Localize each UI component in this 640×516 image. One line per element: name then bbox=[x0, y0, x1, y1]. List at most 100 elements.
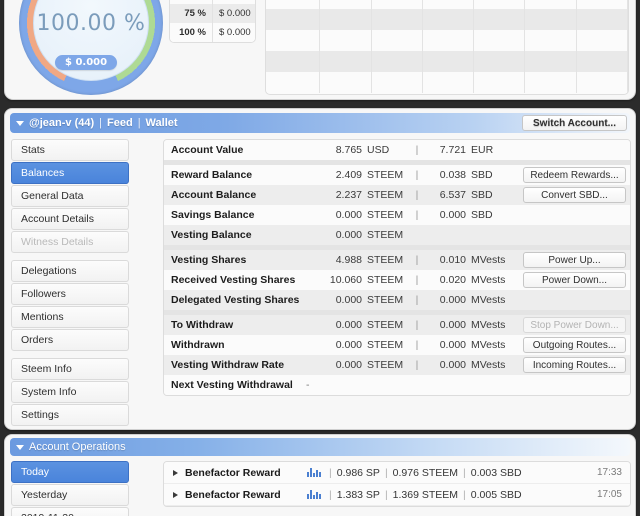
balance-value-primary: 2.409 bbox=[335, 169, 362, 181]
sidebar-item-label: Steem Info bbox=[21, 363, 72, 375]
sidebar-item-steem-info[interactable]: Steem Info bbox=[11, 358, 129, 380]
table-cell bbox=[423, 51, 475, 72]
table-cell bbox=[474, 0, 526, 9]
chevron-down-icon[interactable] bbox=[16, 444, 24, 450]
balance-unit-primary: STEEM bbox=[367, 209, 404, 221]
table-cell bbox=[266, 51, 321, 72]
operation-timestamp: 17:33 bbox=[596, 467, 622, 478]
table-row[interactable] bbox=[266, 30, 628, 51]
power-down-button[interactable]: Power Down... bbox=[523, 272, 626, 288]
operation-row[interactable]: Benefactor Reward | 0.986 SP | 0.976 STEEM | 0… bbox=[164, 462, 630, 484]
account-sidebar: Stats Balances General Data Account Details… bbox=[11, 139, 129, 427]
sidebar-item-account-details[interactable]: Account Details bbox=[11, 208, 129, 230]
table-row[interactable]: 100 % $ 0.000 bbox=[170, 22, 255, 42]
table-cell bbox=[577, 51, 628, 72]
table-cell bbox=[474, 9, 526, 30]
sidebar-item-mentions[interactable]: Mentions bbox=[11, 306, 129, 328]
empty-data-table[interactable] bbox=[265, 0, 629, 95]
sidebar-item-settings[interactable]: Settings bbox=[11, 404, 129, 426]
bar-chart-icon[interactable] bbox=[307, 490, 321, 499]
value-separator: | bbox=[415, 359, 419, 371]
table-row[interactable]: Received Vesting Shares 10.060 STEEM | 0.020… bbox=[164, 270, 630, 290]
table-cell bbox=[372, 30, 423, 51]
balance-value-primary: 0.000 bbox=[335, 294, 362, 306]
pct-label: 75 % bbox=[184, 7, 206, 19]
table-row[interactable]: Account Value 8.765 USD | 7.721 EUR bbox=[164, 140, 630, 160]
balance-unit-primary: STEEM bbox=[367, 254, 404, 266]
table-row[interactable]: Reward Balance 2.409 STEEM | 0.038 SBD Redeem … bbox=[164, 165, 630, 185]
table-cell bbox=[320, 72, 372, 93]
feed-link[interactable]: Feed bbox=[107, 117, 133, 129]
redeem-rewards-button[interactable]: Redeem Rewards... bbox=[523, 167, 626, 183]
account-header-bar[interactable]: @jean-v (44) | Feed | Wallet Switch Acco… bbox=[10, 113, 630, 133]
balance-unit-primary: STEEM bbox=[367, 274, 404, 286]
balance-value-secondary: 0.000 bbox=[439, 319, 466, 331]
switch-account-button[interactable]: Switch Account... bbox=[522, 115, 627, 131]
sidebar-item-delegations[interactable]: Delegations bbox=[11, 260, 129, 282]
table-row[interactable]: Vesting Shares 4.988 STEEM | 0.010 MVests Powe… bbox=[164, 250, 630, 270]
table-row[interactable] bbox=[266, 0, 628, 9]
balance-value-primary: 0.000 bbox=[335, 319, 362, 331]
value-separator: | bbox=[415, 169, 419, 181]
table-cell bbox=[423, 9, 475, 30]
convert-sbd-button[interactable]: Convert SBD... bbox=[523, 187, 626, 203]
table-cell bbox=[372, 9, 423, 30]
balance-unit-primary: STEEM bbox=[367, 294, 404, 306]
value-separator: | bbox=[415, 294, 419, 306]
table-row[interactable]: To Withdraw 0.000 STEEM | 0.000 MVests Stop Po… bbox=[164, 315, 630, 335]
sidebar-item-system-info[interactable]: System Info bbox=[11, 381, 129, 403]
table-row[interactable] bbox=[266, 72, 628, 93]
operations-date-item-today[interactable]: Today bbox=[11, 461, 129, 483]
operations-date-item-yesterday[interactable]: Yesterday bbox=[11, 484, 129, 506]
chevron-down-icon[interactable] bbox=[16, 120, 24, 126]
operations-title: Account Operations bbox=[29, 441, 126, 453]
balance-unit-primary: STEEM bbox=[367, 359, 404, 371]
chevron-right-icon[interactable] bbox=[173, 491, 178, 498]
power-up-button[interactable]: Power Up... bbox=[523, 252, 626, 268]
sidebar-item-label: Orders bbox=[21, 334, 54, 346]
operation-steem-value: 0.976 STEEM bbox=[392, 466, 459, 479]
value-separator: | bbox=[415, 144, 419, 156]
table-row[interactable]: 75 % $ 0.000 bbox=[170, 3, 255, 23]
balance-unit-secondary: SBD bbox=[471, 169, 493, 181]
balance-value-secondary: 7.721 bbox=[439, 144, 466, 156]
sidebar-item-balances[interactable]: Balances bbox=[11, 162, 129, 184]
table-row[interactable]: Savings Balance 0.000 STEEM | 0.000 SBD bbox=[164, 205, 630, 225]
balance-value-secondary: 0.000 bbox=[439, 209, 466, 221]
incoming-routes-button[interactable]: Incoming Routes... bbox=[523, 357, 626, 373]
sidebar-item-stats[interactable]: Stats bbox=[11, 139, 129, 161]
table-row[interactable]: Delegated Vesting Shares 0.000 STEEM | 0.000… bbox=[164, 290, 630, 310]
outgoing-routes-button[interactable]: Outgoing Routes... bbox=[523, 337, 626, 353]
sidebar-item-orders[interactable]: Orders bbox=[11, 329, 129, 351]
balance-value-secondary: 0.000 bbox=[439, 294, 466, 306]
sidebar-item-general-data[interactable]: General Data bbox=[11, 185, 129, 207]
balance-value-primary: 0.000 bbox=[335, 359, 362, 371]
table-cell bbox=[266, 30, 321, 51]
balance-value-secondary: 0.010 bbox=[439, 254, 466, 266]
table-row[interactable]: Account Balance 2.237 STEEM | 6.537 SBD Conver… bbox=[164, 185, 630, 205]
wallet-link[interactable]: Wallet bbox=[146, 117, 178, 129]
operation-row[interactable]: Benefactor Reward | 1.383 SP | 1.369 STEEM | 0… bbox=[164, 484, 630, 506]
table-row[interactable]: Vesting Withdraw Rate 0.000 STEEM | 0.000 MVe… bbox=[164, 355, 630, 375]
chevron-right-icon[interactable] bbox=[173, 469, 178, 476]
balance-unit-primary: STEEM bbox=[367, 339, 404, 351]
bar-chart-icon[interactable] bbox=[307, 468, 321, 477]
operations-header-bar[interactable]: Account Operations bbox=[10, 438, 630, 456]
table-row[interactable]: Vesting Balance 0.000 STEEM bbox=[164, 225, 630, 245]
balance-unit-secondary: SBD bbox=[471, 189, 493, 201]
table-row[interactable] bbox=[266, 51, 628, 72]
account-username: @jean-v (44) bbox=[29, 117, 95, 129]
table-row[interactable]: Withdrawn 0.000 STEEM | 0.000 MVests Outgoing … bbox=[164, 335, 630, 355]
table-cell bbox=[423, 72, 475, 93]
balance-unit-secondary: MVests bbox=[471, 359, 506, 371]
operations-date-item-2019-11-30[interactable]: 2019-11-30 bbox=[11, 507, 129, 516]
operation-sbd-value: 0.003 SBD bbox=[470, 466, 522, 479]
balance-unit-primary: STEEM bbox=[367, 319, 404, 331]
table-row[interactable]: Next Vesting Withdrawal - bbox=[164, 375, 630, 395]
balance-unit-primary: STEEM bbox=[367, 189, 404, 201]
sidebar-item-label: Mentions bbox=[21, 311, 64, 323]
table-row[interactable] bbox=[266, 9, 628, 30]
sidebar-item-followers[interactable]: Followers bbox=[11, 283, 129, 305]
balance-value-primary: 0.000 bbox=[335, 339, 362, 351]
header-separator: | bbox=[137, 117, 141, 129]
